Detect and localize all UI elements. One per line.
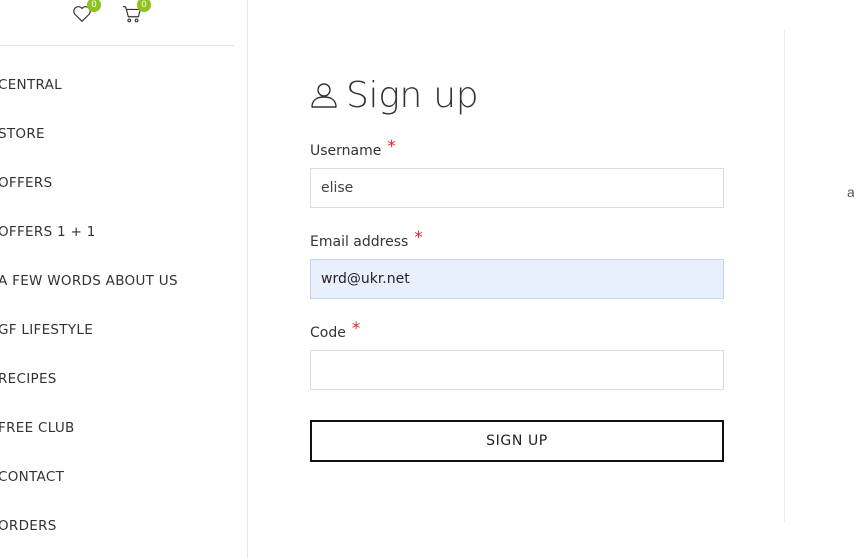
sidebar-item-about-us[interactable]: A FEW WORDS ABOUT US [0,258,178,307]
username-input[interactable] [310,168,724,208]
header-icons: 0 0 [0,0,234,46]
sidebar-item-recipes[interactable]: RECIPES [0,356,178,405]
email-label-row: Email address * [310,228,724,251]
sign-up-button[interactable]: SIGN UP [310,420,724,462]
email-input[interactable] [310,259,724,299]
sidebar-item-orders[interactable]: ORDERS [0,503,178,552]
required-marker: * [414,228,423,248]
page-title: Sign up [310,70,724,120]
email-field-group: Email address * [310,228,724,299]
code-label-row: Code * [310,319,724,342]
code-label: Code [310,325,346,341]
cart-count-badge: 0 [137,0,151,12]
sidebar-item-offers-1-plus-1[interactable]: OFFERS 1 + 1 [0,209,178,258]
username-label: Username [310,143,382,159]
username-field-group: Username * [310,137,724,208]
username-label-row: Username * [310,137,724,160]
wishlist-count-badge: 0 [87,0,101,12]
user-icon [311,83,337,108]
sidebar-nav: CENTRAL STORE OFFERS OFFERS 1 + 1 A FEW … [0,62,178,552]
right-panel-text: a [847,184,854,200]
right-panel-divider [784,30,785,522]
required-marker: * [387,137,396,157]
code-input[interactable] [310,350,724,390]
wishlist-button[interactable]: 0 [71,0,101,27]
code-field-group: Code * [310,319,724,390]
sidebar-item-free-club[interactable]: FREE CLUB [0,405,178,454]
sidebar-item-store[interactable]: STORE [0,111,178,160]
signup-form: Sign up Username * Email address * Code * S… [310,70,724,462]
email-label: Email address [310,234,409,250]
sidebar-item-central[interactable]: CENTRAL [0,62,178,111]
cart-button[interactable]: 0 [121,0,151,27]
sidebar-item-offers[interactable]: OFFERS [0,160,178,209]
sidebar-item-gf-lifestyle[interactable]: GF LIFESTYLE [0,307,178,356]
sidebar-item-contact[interactable]: CONTACT [0,454,178,503]
page-title-text: Sign up [346,74,479,116]
sidebar: 0 0 CENTRAL STORE OFFERS OFFERS 1 + 1 A … [0,0,248,558]
required-marker: * [351,319,361,339]
